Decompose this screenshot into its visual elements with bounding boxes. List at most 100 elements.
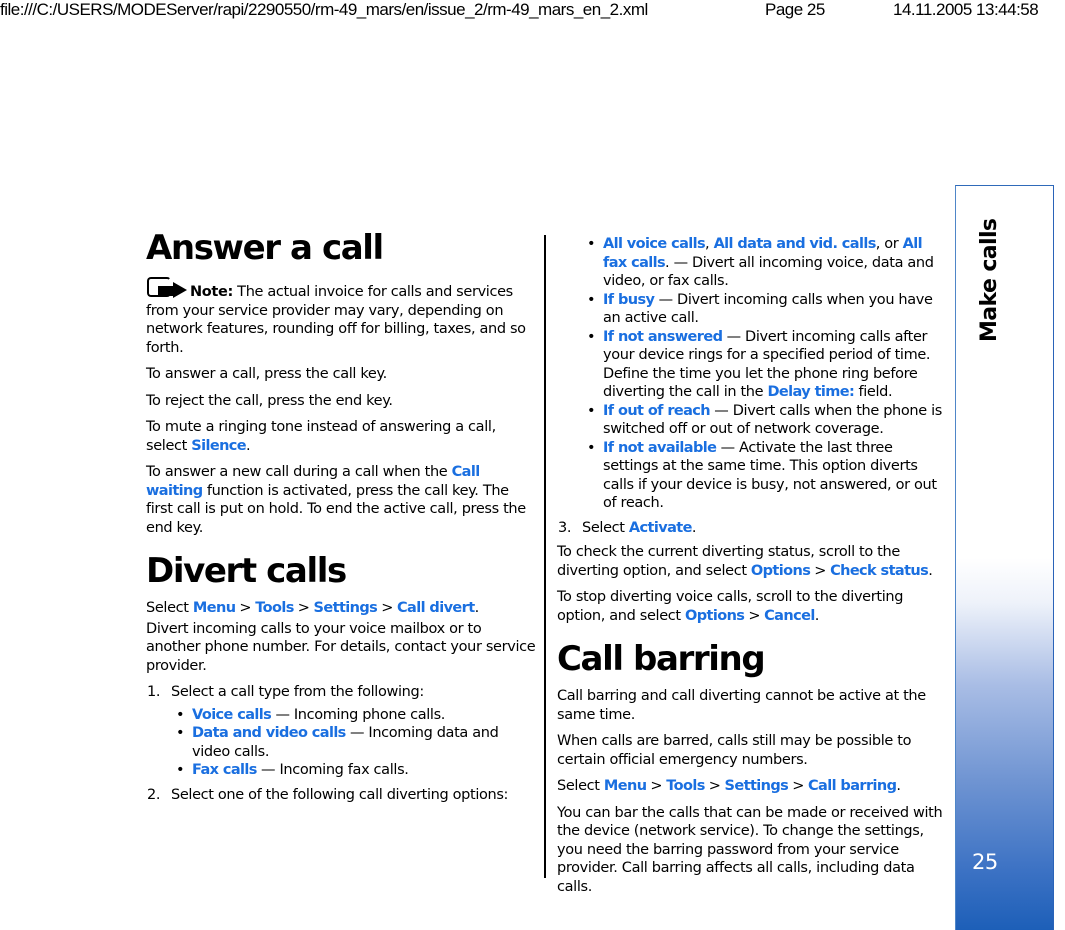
page-indicator: Page 25 bbox=[765, 0, 825, 19]
note-label: Note: bbox=[190, 284, 233, 300]
text: . bbox=[246, 437, 251, 454]
link-options[interactable]: Options bbox=[751, 563, 811, 579]
text: field. bbox=[854, 384, 893, 400]
list-item: • If not available — Activate the last th… bbox=[582, 439, 947, 513]
link-if-not-available[interactable]: If not available bbox=[603, 440, 717, 456]
divert-options-list: • All voice calls, All data and vid. call… bbox=[557, 235, 947, 513]
answer-instruction: To answer a call, press the call key. bbox=[146, 366, 387, 382]
divert-intro: Divert incoming calls to your voice mail… bbox=[146, 620, 536, 674]
link-settings[interactable]: Settings bbox=[314, 600, 378, 616]
link-check-status[interactable]: Check status bbox=[830, 563, 929, 579]
text: To answer a new call during a call when … bbox=[146, 464, 452, 480]
link-all-data-vid-calls[interactable]: All data and vid. calls bbox=[714, 236, 877, 252]
separator: > bbox=[792, 778, 805, 794]
link-all-voice-calls[interactable]: All voice calls bbox=[603, 236, 706, 252]
bullet: • bbox=[176, 706, 185, 723]
step-1: 1. Select a call type from the following… bbox=[146, 683, 536, 780]
text: — Incoming phone calls. bbox=[271, 706, 446, 723]
separator: > bbox=[650, 778, 663, 794]
text: , bbox=[705, 236, 714, 252]
step-number: 2. bbox=[147, 786, 161, 803]
divert-menu-path: Select Menu > Tools > Settings > Call divert. bbox=[146, 599, 536, 618]
link-silence[interactable]: Silence bbox=[191, 438, 246, 454]
right-column: • All voice calls, All data and vid. call… bbox=[557, 235, 947, 904]
mute-instruction: To mute a ringing tone instead of answer… bbox=[146, 418, 536, 455]
chapter-tab: Make calls 25 bbox=[955, 185, 1054, 930]
stop-divert-instruction: To stop diverting voice calls, scroll to… bbox=[557, 588, 947, 625]
link-cancel[interactable]: Cancel bbox=[764, 608, 815, 624]
left-column: Answer a call Note: The actual invoice f… bbox=[146, 228, 536, 810]
call-type-list: • Voice calls — Incoming phone calls. • Da… bbox=[171, 706, 536, 780]
link-options[interactable]: Options bbox=[685, 608, 745, 624]
link-tools[interactable]: Tools bbox=[666, 778, 705, 794]
separator: > bbox=[708, 778, 721, 794]
list-item: • If out of reach — Divert calls when the… bbox=[582, 402, 947, 439]
column-divider bbox=[544, 235, 546, 878]
text: . bbox=[928, 562, 933, 579]
step-2: 2. Select one of the following call dive… bbox=[146, 786, 536, 805]
link-voice-calls[interactable]: Voice calls bbox=[192, 707, 272, 723]
list-item: • If busy — Divert incoming calls when yo… bbox=[582, 291, 947, 328]
separator: > bbox=[748, 607, 761, 624]
bullet: • bbox=[587, 236, 596, 252]
divert-steps-continued: 3. Select Activate. bbox=[557, 519, 947, 538]
text: . bbox=[474, 600, 480, 616]
link-tools[interactable]: Tools bbox=[255, 600, 294, 616]
chapter-title: Make calls bbox=[977, 218, 1002, 342]
list-item: • Fax calls — Incoming fax calls. bbox=[171, 761, 536, 780]
text: — Incoming fax calls. bbox=[256, 762, 409, 778]
list-item: • Voice calls — Incoming phone calls. bbox=[171, 706, 536, 725]
link-fax-calls[interactable]: Fax calls bbox=[192, 762, 257, 778]
separator: > bbox=[297, 600, 310, 616]
text: . bbox=[691, 519, 697, 536]
link-activate[interactable]: Activate bbox=[629, 520, 693, 536]
link-if-out-of-reach[interactable]: If out of reach bbox=[603, 403, 711, 419]
barring-p2: When calls are barred, calls still may b… bbox=[557, 733, 912, 768]
text: . bbox=[896, 778, 901, 794]
check-status-instruction: To check the current diverting status, s… bbox=[557, 543, 947, 580]
barring-menu-path: Select Menu > Tools > Settings > Call barring. bbox=[557, 777, 947, 796]
bullet: • bbox=[587, 291, 596, 308]
text: function is activated, press the call ke… bbox=[146, 482, 526, 536]
link-settings[interactable]: Settings bbox=[725, 778, 789, 794]
print-datetime: 14.11.2005 13:44:58 bbox=[893, 0, 1039, 19]
note-icon bbox=[146, 276, 190, 298]
link-if-not-answered[interactable]: If not answered bbox=[603, 329, 723, 345]
section-title-call-barring: Call barring bbox=[557, 639, 766, 679]
step-text: Select one of the following call diverti… bbox=[171, 786, 509, 803]
section-title-answer-call: Answer a call bbox=[146, 228, 384, 268]
bullet: • bbox=[587, 402, 596, 419]
divert-steps: 1. Select a call type from the following… bbox=[146, 683, 536, 804]
text: . bbox=[814, 607, 820, 624]
barring-p1: Call barring and call diverting cannot b… bbox=[557, 688, 926, 723]
link-delay-time[interactable]: Delay time: bbox=[767, 384, 854, 400]
print-header: file:///C:/USERS/MODEServer/rapi/2290550… bbox=[0, 0, 1065, 24]
step-text: Select a call type from the following: bbox=[171, 684, 424, 700]
link-if-busy[interactable]: If busy bbox=[603, 292, 655, 308]
link-data-video-calls[interactable]: Data and video calls bbox=[192, 725, 346, 741]
bullet: • bbox=[176, 762, 185, 778]
link-menu[interactable]: Menu bbox=[193, 600, 236, 616]
section-title-divert-calls: Divert calls bbox=[146, 551, 347, 591]
list-item: • All voice calls, All data and vid. call… bbox=[582, 235, 947, 291]
separator: > bbox=[381, 600, 394, 616]
list-item: • If not answered — Divert incoming calls… bbox=[582, 328, 947, 402]
file-path: file:///C:/USERS/MODEServer/rapi/2290550… bbox=[0, 0, 648, 19]
link-menu[interactable]: Menu bbox=[604, 778, 647, 794]
link-call-divert[interactable]: Call divert bbox=[397, 600, 475, 616]
reject-instruction: To reject the call, press the end key. bbox=[146, 392, 393, 409]
text: Select bbox=[557, 778, 604, 794]
bullet: • bbox=[176, 725, 185, 741]
step-number: 1. bbox=[147, 684, 161, 700]
link-call-barring[interactable]: Call barring bbox=[808, 778, 897, 794]
list-item: • Data and video calls — Incoming data an… bbox=[171, 724, 536, 761]
barring-p4: You can bar the calls that can be made o… bbox=[557, 804, 943, 895]
call-waiting-instruction: To answer a new call during a call when … bbox=[146, 463, 536, 537]
text: Select bbox=[146, 600, 193, 616]
separator: > bbox=[814, 562, 827, 579]
note-paragraph: Note: The actual invoice for calls and s… bbox=[146, 276, 536, 357]
bullet: • bbox=[587, 439, 596, 456]
separator: > bbox=[239, 600, 252, 616]
step-number: 3. bbox=[558, 519, 572, 536]
bullet: • bbox=[587, 328, 596, 345]
